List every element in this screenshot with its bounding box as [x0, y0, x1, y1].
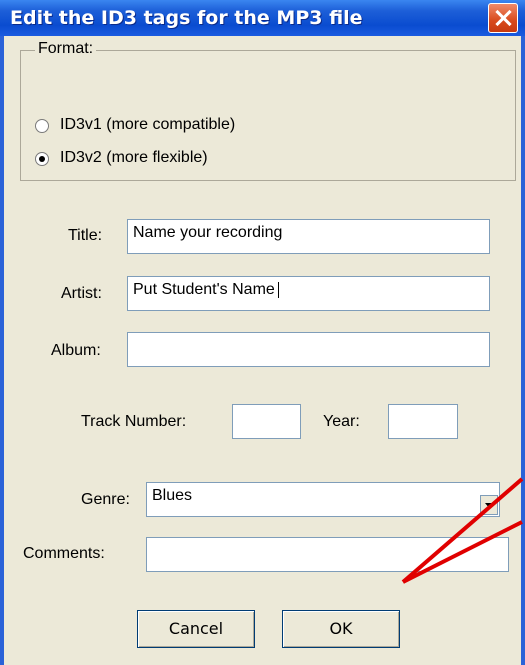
artist-input[interactable]: Put Student's Name: [127, 276, 490, 311]
track-number-input[interactable]: [232, 404, 301, 439]
title-input[interactable]: Name your recording: [127, 219, 490, 254]
radio-id3v2-label[interactable]: ID3v2 (more flexible): [60, 149, 208, 167]
comments-label: Comments:: [23, 545, 105, 562]
artist-label: Artist:: [61, 285, 102, 302]
ok-button[interactable]: OK: [282, 610, 400, 648]
chevron-down-icon[interactable]: [480, 495, 498, 515]
year-label: Year:: [323, 413, 360, 430]
year-input[interactable]: [388, 404, 458, 439]
genre-label: Genre:: [81, 491, 130, 508]
title-label: Title:: [68, 227, 103, 244]
track-number-label: Track Number:: [81, 413, 187, 430]
title-bar[interactable]: Edit the ID3 tags for the MP3 file: [0, 0, 525, 36]
album-input[interactable]: [127, 332, 490, 367]
dialog-title: Edit the ID3 tags for the MP3 file: [10, 7, 363, 29]
format-label: Format:: [35, 40, 97, 58]
cancel-button[interactable]: Cancel: [137, 610, 255, 648]
album-label: Album:: [51, 342, 101, 359]
radio-id3v1[interactable]: [35, 119, 49, 133]
genre-select[interactable]: Blues: [146, 482, 500, 517]
artist-input-value: Put Student's Name: [133, 281, 275, 298]
close-icon[interactable]: [488, 3, 518, 33]
radio-id3v1-label[interactable]: ID3v1 (more compatible): [60, 116, 235, 134]
radio-id3v2[interactable]: [35, 152, 49, 166]
text-caret: [277, 281, 279, 298]
comments-input[interactable]: [146, 537, 509, 572]
